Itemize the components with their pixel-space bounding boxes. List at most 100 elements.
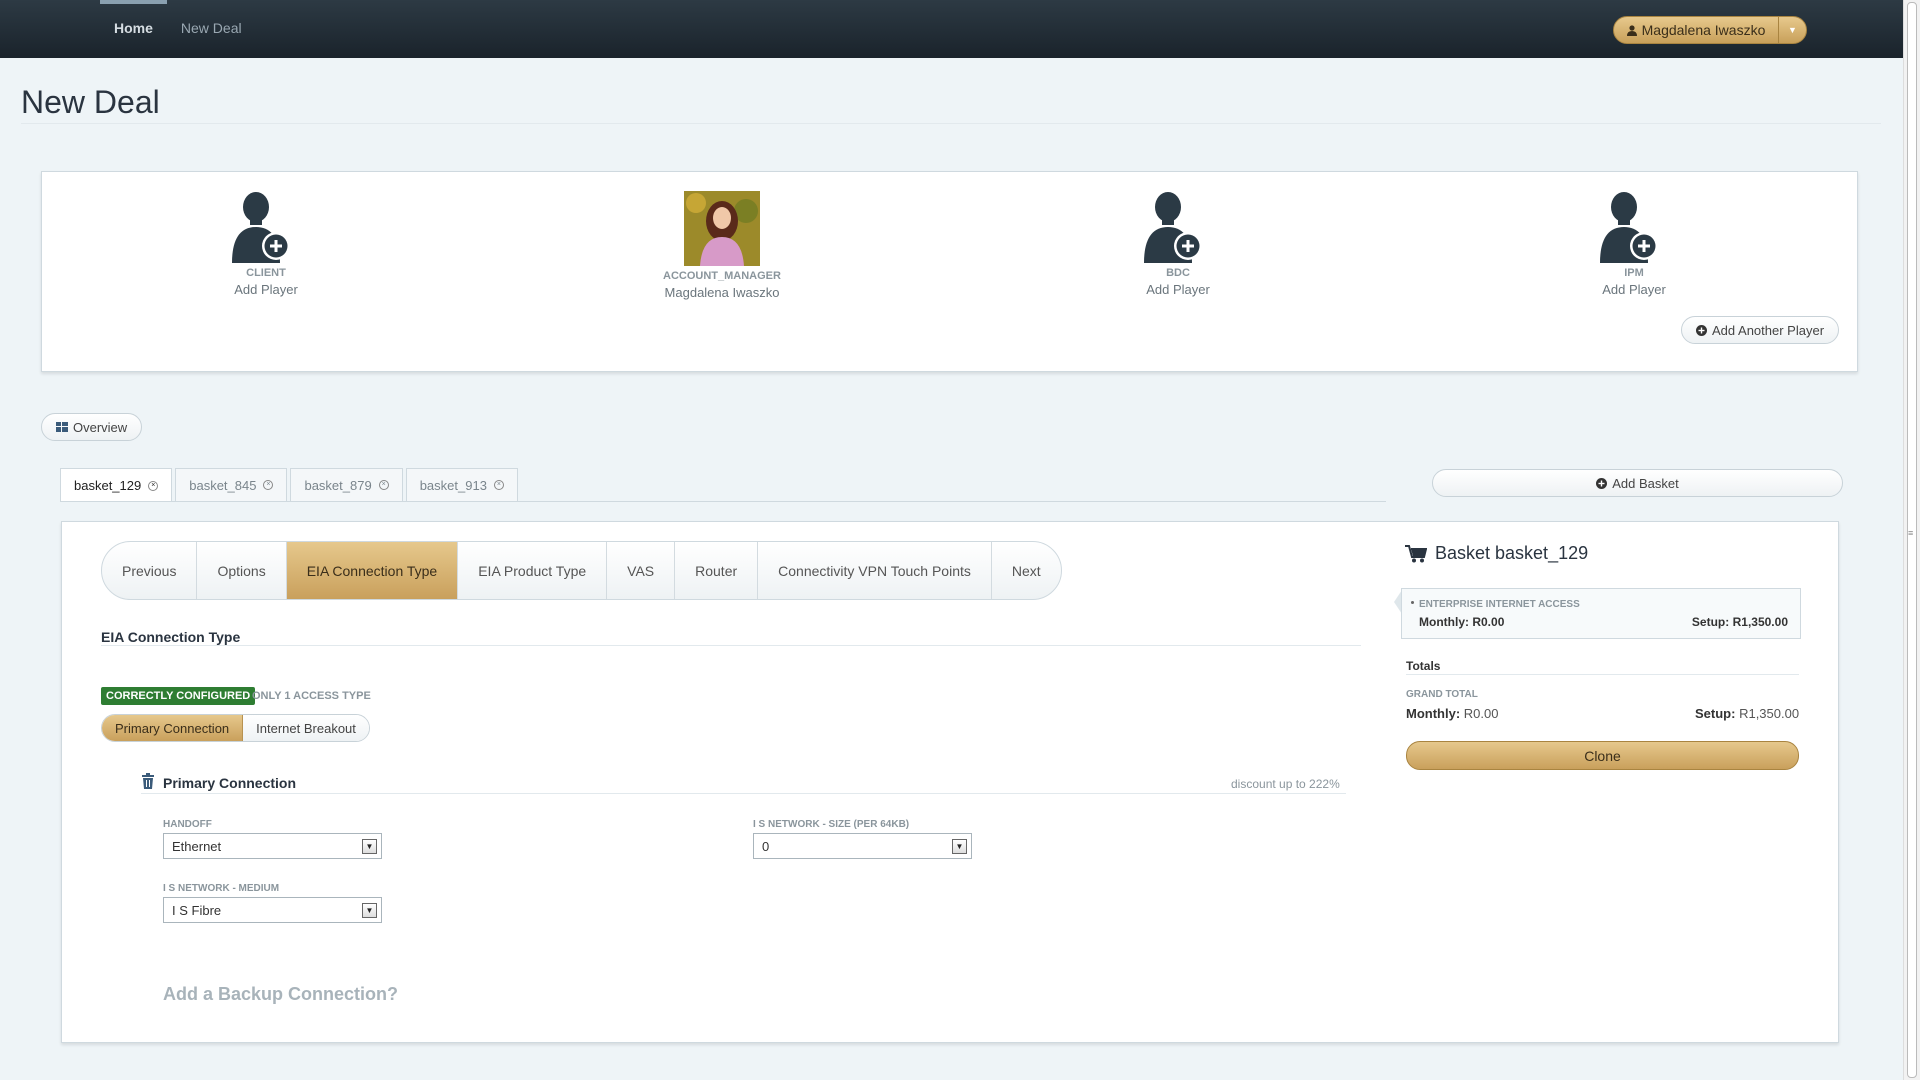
player-ipm[interactable]: IPM Add Player — [1534, 191, 1734, 297]
top-navbar: Home New Deal Magdalena Iwaszko ▼ — [0, 0, 1903, 58]
step-next[interactable]: Next — [992, 542, 1061, 599]
handoff-select[interactable]: Ethernet ▼ — [163, 833, 382, 859]
tab-basket-845[interactable]: basket_845 × — [175, 468, 288, 501]
section-title: EIA Connection Type — [101, 629, 241, 645]
internet-breakout-option[interactable]: Internet Breakout — [243, 715, 369, 741]
overview-label: Overview — [73, 419, 128, 435]
network-size-label: I S NETWORK - SIZE (PER 64KB) — [753, 819, 910, 830]
player-role: IPM — [1624, 267, 1644, 279]
line-item-name: ENTERPRISE INTERNET ACCESS — [1419, 599, 1580, 610]
tab-label: basket_913 — [419, 477, 487, 493]
grid-icon — [56, 422, 68, 432]
step-eia-connection-type[interactable]: EIA Connection Type — [286, 542, 459, 599]
close-icon[interactable]: × — [493, 480, 504, 490]
basket-tabs: basket_129 × basket_845 × basket_879 × b… — [60, 468, 521, 502]
tab-label: basket_845 — [189, 477, 257, 493]
cart-icon — [1405, 544, 1427, 562]
tab-basket-913[interactable]: basket_913 × — [405, 468, 518, 501]
bullet-icon — [1411, 601, 1414, 604]
grand-total-label: GRAND TOTAL — [1406, 689, 1478, 700]
user-icon — [1626, 24, 1637, 36]
player-role: BDC — [1166, 267, 1190, 279]
page-scrollbar[interactable]: ≡ — [1903, 0, 1920, 1080]
add-backup-connection-link[interactable]: Add a Backup Connection? — [163, 984, 398, 1005]
chevron-down-icon[interactable]: ▼ — [362, 903, 377, 918]
player-client[interactable]: CLIENT Add Player — [166, 191, 366, 297]
step-vas[interactable]: VAS — [607, 542, 676, 599]
divider — [1406, 674, 1799, 675]
page-title: New Deal — [21, 84, 160, 120]
nav-new-deal[interactable]: New Deal — [167, 0, 256, 58]
network-size-value: 0 — [762, 838, 770, 854]
avatar[interactable] — [684, 191, 760, 266]
primary-connection-title: Primary Connection — [163, 775, 297, 791]
divider — [60, 501, 1386, 502]
user-menu-button[interactable]: Magdalena Iwaszko ▼ — [1613, 16, 1807, 44]
line-item-monthly: Monthly: R0.00 — [1419, 615, 1505, 629]
scrollbar-thumb[interactable] — [1907, 2, 1917, 1078]
plus-circle-icon — [1596, 477, 1608, 489]
add-basket-label: Add Basket — [1612, 475, 1679, 491]
player-role: CLIENT — [246, 267, 286, 279]
player-name[interactable]: Magdalena Iwaszko — [622, 285, 822, 300]
discount-text: discount up to 222% — [1231, 777, 1340, 791]
divider — [21, 123, 1881, 124]
player-name[interactable]: Add Player — [166, 282, 366, 297]
tab-basket-879[interactable]: basket_879 × — [290, 468, 403, 501]
grand-total-monthly: Monthly: R0.00 — [1406, 706, 1499, 721]
nav-home[interactable]: Home — [100, 0, 167, 58]
clone-button[interactable]: Clone — [1406, 741, 1799, 770]
player-role: ACCOUNT_MANAGER — [663, 270, 781, 282]
players-panel: CLIENT Add Player ACCOUNT_MANAGER Magdal… — [41, 171, 1858, 372]
close-icon[interactable]: × — [378, 480, 389, 490]
add-another-player-label: Add Another Player — [1712, 322, 1825, 338]
handoff-value: Ethernet — [172, 838, 222, 854]
basket-summary-label: Basket basket_129 — [1435, 543, 1589, 563]
trash-icon[interactable] — [141, 773, 155, 789]
step-connectivity-vpn[interactable]: Connectivity VPN Touch Points — [758, 542, 992, 599]
add-user-icon[interactable] — [1140, 191, 1216, 263]
player-account-manager[interactable]: ACCOUNT_MANAGER Magdalena Iwaszko — [622, 191, 822, 300]
user-menu-main[interactable]: Magdalena Iwaszko — [1614, 17, 1778, 43]
plus-circle-icon — [1696, 324, 1707, 336]
status-badge: CORRECTLY CONFIGURED — [101, 687, 256, 705]
chevron-down-icon[interactable]: ▼ — [362, 839, 377, 854]
tab-label: basket_879 — [304, 477, 372, 493]
access-type-note: ONLY 1 ACCESS TYPE — [252, 690, 371, 702]
player-bdc[interactable]: BDC Add Player — [1078, 191, 1278, 297]
chevron-down-icon[interactable]: ▼ — [1778, 17, 1806, 43]
connection-toggle: Primary Connection Internet Breakout — [101, 714, 370, 742]
add-another-player-button[interactable]: Add Another Player — [1681, 316, 1840, 344]
primary-connection-option[interactable]: Primary Connection — [102, 715, 244, 741]
handoff-label: HANDOFF — [163, 819, 212, 830]
divider — [141, 793, 1346, 794]
step-router[interactable]: Router — [675, 542, 759, 599]
player-name[interactable]: Add Player — [1534, 282, 1734, 297]
overview-button[interactable]: Overview — [41, 413, 143, 441]
user-name: Magdalena Iwaszko — [1641, 22, 1766, 38]
chevron-down-icon[interactable]: ▼ — [952, 839, 967, 854]
step-options[interactable]: Options — [197, 542, 287, 599]
grand-total-setup: Setup: R1,350.00 — [1695, 706, 1800, 721]
add-user-icon[interactable] — [228, 191, 304, 263]
add-basket-button[interactable]: Add Basket — [1432, 469, 1843, 497]
step-eia-product-type[interactable]: EIA Product Type — [458, 542, 608, 599]
tab-label: basket_129 — [74, 478, 142, 493]
line-item-setup: Setup: R1,350.00 — [1691, 615, 1788, 629]
network-size-select[interactable]: 0 ▼ — [753, 833, 972, 859]
add-user-icon[interactable] — [1596, 191, 1672, 263]
network-medium-select[interactable]: I S Fibre ▼ — [163, 897, 382, 923]
close-icon[interactable]: × — [263, 480, 274, 490]
basket-line-item[interactable]: ENTERPRISE INTERNET ACCESS Monthly: R0.0… — [1401, 588, 1801, 639]
divider — [101, 645, 1361, 646]
network-medium-value: I S Fibre — [172, 902, 222, 918]
tab-basket-129[interactable]: basket_129 × — [60, 468, 173, 502]
step-previous[interactable]: Previous — [102, 542, 198, 599]
network-medium-label: I S NETWORK - MEDIUM — [163, 883, 280, 894]
scrollbar-grip-icon: ≡ — [1908, 528, 1914, 538]
wizard-steps: Previous Options EIA Connection Type EIA… — [101, 541, 1062, 600]
player-name[interactable]: Add Player — [1078, 282, 1278, 297]
totals-heading: Totals — [1406, 659, 1441, 673]
close-icon[interactable]: × — [148, 480, 159, 491]
main-nav: Home New Deal — [100, 0, 256, 58]
